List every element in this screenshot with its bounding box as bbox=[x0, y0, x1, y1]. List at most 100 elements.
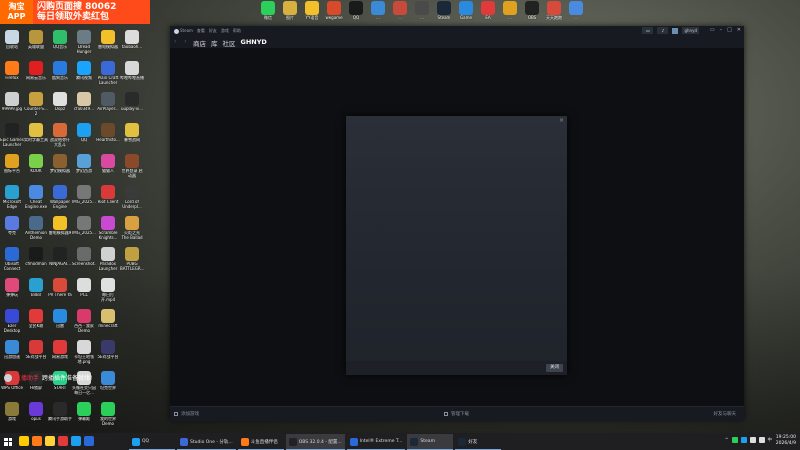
network-icon[interactable] bbox=[749, 437, 756, 443]
desktop-icon[interactable]: 全民K歌 bbox=[24, 309, 48, 329]
desktop-icon[interactable]: 实时字幕工具 bbox=[24, 123, 48, 143]
desktop-icon[interactable]: ... bbox=[367, 1, 389, 20]
desktop-icon[interactable]: Anthemion Demo bbox=[24, 216, 48, 240]
edge-icon[interactable] bbox=[84, 436, 94, 446]
taskbar-app[interactable]: 斗鱼直播伴侣 bbox=[237, 434, 284, 450]
desktop-icon[interactable] bbox=[120, 340, 144, 355]
desktop-icon[interactable]: Paradox Launcher v2 bbox=[96, 247, 120, 271]
nav-arrows[interactable]: ‹ › bbox=[174, 38, 190, 45]
desktop-icon[interactable]: 迅雷 bbox=[48, 309, 72, 329]
folder-icon[interactable] bbox=[45, 436, 55, 446]
taskbar-app[interactable]: 好友 bbox=[455, 434, 502, 450]
desktop-icon[interactable]: ... bbox=[411, 1, 433, 20]
desktop-icon[interactable]: taobaoh... bbox=[120, 30, 144, 50]
desktop-icon[interactable]: PV There Ya bbox=[48, 278, 72, 298]
desktop-icon[interactable]: Firefox bbox=[0, 61, 24, 81]
avatar[interactable] bbox=[672, 27, 679, 34]
tray-arrow-icon[interactable]: ^ bbox=[725, 438, 729, 443]
wechat-tray-icon[interactable] bbox=[731, 437, 738, 443]
steam-menu-item[interactable]: 好友 bbox=[209, 28, 217, 34]
desktop-icon[interactable]: Steam bbox=[433, 1, 455, 20]
add-game-button[interactable]: 添加游戏 bbox=[174, 411, 199, 417]
desktop-icon[interactable]: 世界登录 启动器 bbox=[120, 154, 144, 178]
desktop-icon[interactable]: KOOK bbox=[24, 154, 48, 174]
desktop-icon[interactable]: 腾讯手游助手 bbox=[48, 402, 72, 422]
desktop-icon[interactable]: uuplay-vi... bbox=[120, 92, 144, 112]
dialog-close-icon[interactable]: × bbox=[559, 117, 564, 124]
qq-tray-icon[interactable] bbox=[740, 437, 747, 443]
minimize-icon[interactable]: ▭ bbox=[710, 27, 715, 33]
input-language[interactable]: 中 bbox=[768, 437, 773, 443]
desktop-icon[interactable]: 哔哩哔哩直播 bbox=[120, 61, 144, 81]
desktop-icon[interactable]: QQ bbox=[72, 123, 96, 143]
desktop-icon[interactable]: 游戏 bbox=[0, 402, 24, 422]
desktop-icon[interactable]: Counter-S... 2 bbox=[24, 92, 48, 116]
desktop-icon[interactable]: PCL bbox=[72, 278, 96, 298]
desktop-icon[interactable]: Riot Client bbox=[96, 185, 120, 205]
nav-link[interactable]: GHNYD bbox=[241, 38, 267, 48]
desktop-icon[interactable]: 芭芭 · 我家 Demo bbox=[72, 309, 96, 333]
manage-downloads-button[interactable]: 管理下载 bbox=[444, 411, 469, 417]
desktop-icon[interactable]: Lord of Underpl... bbox=[120, 185, 144, 209]
desktop-icon[interactable]: cfa0349... bbox=[72, 92, 96, 112]
desktop-icon[interactable]: Game bbox=[455, 1, 477, 20]
desktop-icon[interactable]: NINJAGAI... bbox=[48, 247, 72, 267]
start-button[interactable] bbox=[0, 433, 16, 450]
clock[interactable]: 19:25:00 2026/4/9 bbox=[776, 435, 796, 447]
desktop-icon[interactable]: Dopz bbox=[48, 92, 72, 112]
desktop-icon[interactable]: 迅游加速 bbox=[0, 340, 24, 360]
desktop-icon[interactable]: Cheat Engine.exe bbox=[24, 185, 48, 209]
broadcast-icon[interactable]: ▭ bbox=[642, 27, 654, 34]
desktop-icon[interactable]: 火炬之光 The Ballad bbox=[120, 216, 144, 240]
desktop-icon[interactable]: Dread Hunger bbox=[72, 30, 96, 54]
nav-link[interactable]: 库 bbox=[211, 38, 218, 48]
desktop-icon[interactable]: 雷电模拟器9 bbox=[48, 216, 72, 236]
desktop-icon[interactable]: 网易云音乐 bbox=[24, 61, 48, 81]
desktop-icon[interactable]: 弹弹玩 bbox=[0, 278, 24, 298]
taskbar-app[interactable]: QQ bbox=[129, 434, 175, 450]
desktop-icon[interactable]: OBS bbox=[521, 1, 543, 20]
taskbar-app[interactable]: OBS 32.0.4 - 配置... bbox=[285, 434, 345, 450]
desktop-icon[interactable]: Wallpaper Engine bbox=[48, 185, 72, 209]
steam-menu-item[interactable]: 查看 bbox=[197, 28, 205, 34]
desktop-icon[interactable]: minecraft bbox=[96, 309, 120, 329]
desktop-icon[interactable]: Hearthsto... bbox=[96, 123, 120, 143]
desktop-icon[interactable]: AirPlayer... bbox=[96, 92, 120, 112]
desktop-icon[interactable]: YY语音 bbox=[301, 1, 323, 21]
desktop-icon[interactable]: 图片 bbox=[279, 1, 301, 21]
steam-menu-item[interactable]: 游戏 bbox=[221, 28, 229, 34]
desktop-icon[interactable]: 雷电模拟器 bbox=[96, 30, 120, 50]
desktop-icon[interactable]: ... bbox=[389, 1, 411, 20]
desktop-icon[interactable]: opus bbox=[24, 402, 48, 422]
friends-chat-button[interactable]: 好友与聊天 bbox=[714, 411, 737, 417]
desktop-icon[interactable]: 坦克世界 bbox=[96, 371, 120, 391]
desktop-icon[interactable]: 夸克 bbox=[0, 216, 24, 236]
desktop-icon[interactable]: 网易游戏 bbox=[48, 340, 72, 360]
desktop-icon[interactable]: Scramble Knights... bbox=[96, 216, 120, 240]
desktop-icon[interactable] bbox=[120, 371, 144, 386]
desktop-icon[interactable]: Microsoft Edge bbox=[0, 185, 24, 209]
desktop-icon[interactable]: 5E对战平台 bbox=[24, 340, 48, 360]
taskbar-app[interactable]: Studio One - 分轨... bbox=[177, 434, 236, 450]
nav-link[interactable]: 商店 bbox=[193, 38, 206, 48]
desktop-icon[interactable]: 天天跑跑 bbox=[543, 1, 565, 21]
taobao-ad-banner[interactable]: 淘宝 APP 闪购页面搜 80062 每日领取外卖红包 bbox=[0, 0, 150, 24]
desktop-icon[interactable]: Epic Games Launcher bbox=[0, 123, 24, 147]
desktop-icon[interactable]: QQ bbox=[345, 1, 367, 20]
desktop-icon[interactable]: 弹幕姬 bbox=[72, 402, 96, 422]
minimize-button[interactable]: – bbox=[720, 27, 723, 33]
desktop-icon[interactable]: Plain Craft Launcher bbox=[96, 61, 120, 85]
desktop-icon[interactable]: 腾讯视频 bbox=[72, 61, 96, 81]
notification-bell-icon[interactable]: ♪ bbox=[657, 27, 669, 34]
desktop-icon[interactable]: wegame bbox=[323, 1, 345, 20]
desktop-icon[interactable]: 回收站 bbox=[0, 30, 24, 50]
desktop-icon[interactable]: IMG_2025... bbox=[72, 185, 96, 205]
desktop-icon[interactable]: 卡坦土地领地.png bbox=[72, 340, 96, 364]
desktop-icon[interactable] bbox=[120, 278, 144, 293]
steam-menu-item[interactable]: 帮助 bbox=[233, 28, 241, 34]
nav-link[interactable]: 社区 bbox=[223, 38, 236, 48]
desktop-icon[interactable]: 我的世界 Demo bbox=[96, 402, 120, 426]
desktop-icon[interactable]: Screenshot... bbox=[72, 247, 96, 267]
close-button[interactable]: ✕ bbox=[737, 27, 741, 33]
dialog-close-button[interactable]: 关闭 bbox=[546, 364, 563, 372]
